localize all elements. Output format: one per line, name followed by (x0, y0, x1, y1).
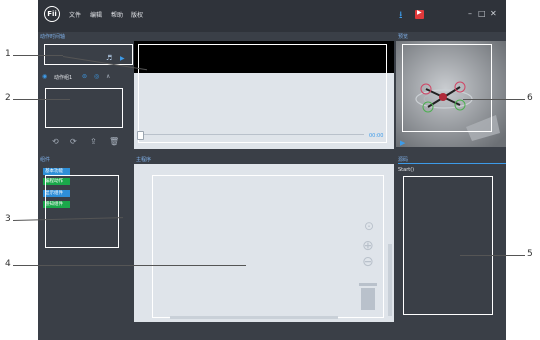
callout-2-line (13, 99, 70, 100)
trash-body (361, 288, 375, 310)
menu-copyright[interactable]: 版权 (131, 10, 143, 19)
callout-5: 5 (527, 249, 533, 259)
music-icon[interactable]: ♬ (106, 54, 112, 62)
action-list-frame (45, 88, 123, 128)
logo-text: Fii (47, 10, 57, 18)
program-frame (152, 175, 384, 318)
record-icon: ▶ (417, 9, 422, 16)
trash-icon[interactable] (358, 283, 378, 311)
preview-header: 预览 (398, 34, 409, 40)
timeline-header: 动作时间轴 (40, 34, 66, 40)
title-bar: Fii 文件 编辑 帮助 版权 ⭳ ▶ – □ ✕ (38, 0, 506, 32)
zoom-out-icon[interactable]: ⊖ (362, 254, 374, 270)
action-group-label: 动作组1 (54, 75, 73, 81)
layers-icon[interactable]: ⊜ (82, 73, 87, 80)
callout-1: 1 (5, 49, 11, 59)
app-logo: Fii (44, 6, 60, 22)
callout-5-line (460, 255, 525, 256)
category-basic[interactable]: 基本功能 (43, 168, 70, 175)
maximize-button[interactable]: □ (478, 9, 486, 18)
download-icon[interactable]: ⭳ (399, 8, 403, 25)
timeline-frame (138, 44, 387, 143)
record-button[interactable]: ▶ (415, 9, 424, 19)
callout-6-line (463, 99, 525, 100)
callout-4-line (13, 265, 246, 266)
source-code-text: Start() (398, 167, 415, 173)
zoom-in-icon[interactable]: ⊕ (362, 238, 374, 254)
category-basic-label: 基本功能 (45, 169, 63, 174)
main-program-header: 主程序 (136, 157, 152, 163)
callout-6: 6 (527, 93, 533, 103)
action-group-row[interactable]: ◉ 动作组1 ⊜ ◎ ∧ (40, 73, 133, 83)
close-button[interactable]: ✕ (490, 9, 497, 18)
export-icon[interactable]: ⇪ (90, 137, 97, 146)
preview-play-icon[interactable]: ▶ (400, 139, 405, 147)
callout-3: 3 (5, 214, 11, 224)
callout-2: 2 (5, 93, 11, 103)
menu-file[interactable]: 文件 (69, 10, 81, 19)
time-slider-handle[interactable] (137, 131, 144, 140)
preview-viewport[interactable] (396, 41, 506, 147)
redo-icon[interactable]: ⟳ (70, 137, 77, 146)
workspace-scrollbar[interactable] (388, 244, 392, 316)
source-header-underline (398, 163, 506, 164)
trash-lid (359, 283, 377, 286)
components-header: 组件 (40, 157, 51, 163)
source-header: 源码 (398, 157, 409, 163)
time-slider-track[interactable] (140, 134, 364, 135)
menu-help[interactable]: 帮助 (111, 10, 123, 19)
eye-icon[interactable]: ◉ (42, 73, 47, 80)
chevron-up-icon[interactable]: ∧ (106, 73, 110, 80)
callout-4: 4 (5, 259, 11, 269)
menu-edit[interactable]: 编辑 (90, 10, 102, 19)
workspace-h-scrollbar[interactable] (170, 316, 338, 319)
preview-frame (402, 44, 492, 132)
play-icon[interactable]: ▶ (120, 55, 125, 62)
components-frame (45, 175, 119, 248)
source-frame (403, 176, 493, 315)
delete-icon[interactable]: 🗑 (109, 137, 119, 146)
target-icon[interactable]: ⊙ (364, 219, 374, 233)
location-icon[interactable]: ◎ (94, 73, 99, 80)
minimize-button[interactable]: – (468, 9, 472, 18)
undo-icon[interactable]: ⟲ (52, 137, 59, 146)
callout-1-line (13, 55, 63, 56)
time-display: 00:00 (369, 133, 384, 139)
